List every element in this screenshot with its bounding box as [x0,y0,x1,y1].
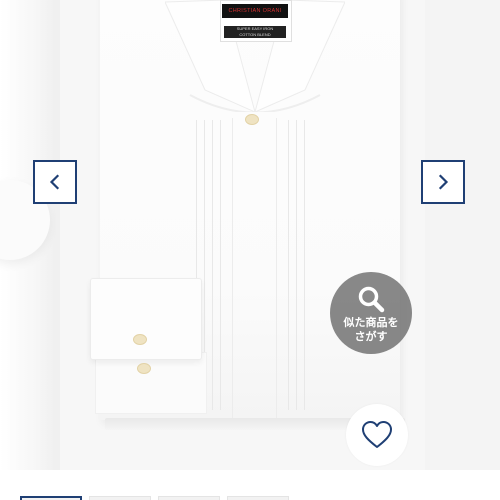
pleat-line [212,120,213,410]
pleat-line [304,120,305,410]
heart-outline-icon [362,421,392,448]
chevron-left-icon [49,174,60,190]
search-similar-button[interactable]: 似た商品を さがす [330,272,412,354]
thumbnail-strip [0,470,500,500]
fabric-tag: SUPER EASY IRON COTTON BLEND [224,26,286,38]
shirt-cuff [90,278,202,360]
search-similar-label-line1: 似た商品を [343,316,399,329]
search-icon [358,286,385,313]
thumbnail-4[interactable] [227,496,289,500]
previous-slide-image[interactable] [0,0,58,470]
thumbnail-3[interactable] [158,496,220,500]
next-slide-image[interactable] [425,0,500,470]
thumbnail-2[interactable] [89,496,151,500]
carousel-prev-button[interactable] [33,160,77,204]
search-similar-label-line2: さがす [354,330,388,343]
pleat-line [288,120,289,410]
shirt-sleeve [95,352,207,414]
carousel-next-button[interactable] [421,160,465,204]
cuff-button [133,334,147,345]
search-similar-label: 似た商品を さがす [344,316,399,344]
product-image-carousel: CHRISTIAN ORANI SUPER EASY IRON COTTON B… [0,0,500,500]
pleat-line [296,120,297,410]
brand-label: CHRISTIAN ORANI [222,4,288,18]
chevron-right-icon [438,174,449,190]
placket-line [232,118,233,418]
thumbnail-1[interactable] [20,496,82,500]
cuff-button [137,363,151,374]
collar-button [245,114,259,125]
placket-line [276,118,277,418]
pleat-line [220,120,221,410]
fabric-tag-line2: COTTON BLEND [239,32,271,37]
favorite-button[interactable] [346,404,408,466]
